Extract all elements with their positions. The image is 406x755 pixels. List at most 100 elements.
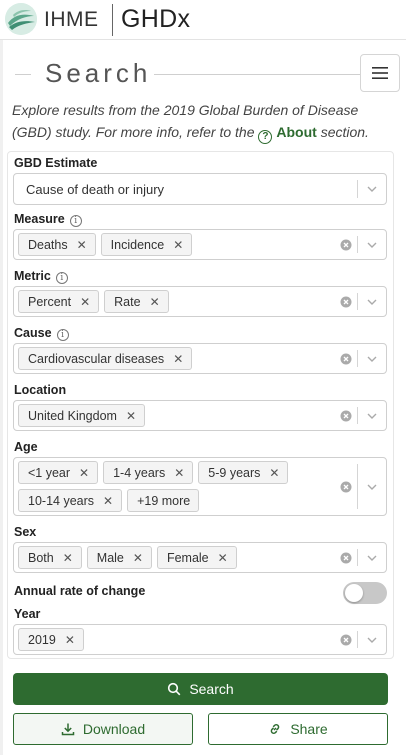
metric-select[interactable]: Percent ✕ Rate ✕ (13, 286, 387, 317)
remove-tag-icon[interactable]: ✕ (77, 238, 87, 252)
clear-icon[interactable] (340, 239, 352, 251)
remove-tag-icon[interactable]: ✕ (173, 352, 183, 366)
gbd-estimate-select[interactable]: Cause of death or injury (13, 173, 387, 205)
selected-tag: 1-4 years ✕ (103, 461, 194, 484)
tag-label: 1-4 years (113, 465, 166, 480)
metric-label: Metric i (14, 269, 68, 284)
remove-tag-icon[interactable]: ✕ (133, 551, 143, 565)
more-tags-label: +19 more (137, 493, 191, 508)
year-tags: 2019 ✕ (18, 628, 326, 651)
intro-suffix: section. (316, 124, 369, 140)
cause-select[interactable]: Cardiovascular diseases ✕ (13, 343, 387, 374)
tag-label: Cardiovascular diseases (28, 351, 165, 366)
age-select[interactable]: <1 year ✕ 1-4 years ✕ 5-9 years ✕ 10-14 years ✕… (13, 457, 387, 516)
measure-tags: Deaths ✕ Incidence ✕ (18, 233, 326, 256)
tag-label: Percent (28, 294, 72, 309)
gbd-estimate-label-text: GBD Estimate (14, 156, 98, 170)
sex-select[interactable]: Both ✕ Male ✕ Female ✕ (13, 542, 387, 573)
select-separator (357, 180, 358, 198)
year-label: Year (14, 607, 40, 621)
selected-tag: <1 year ✕ (18, 461, 99, 484)
remove-tag-icon[interactable]: ✕ (79, 466, 89, 480)
remove-tag-icon[interactable]: ✕ (174, 466, 184, 480)
metric-label-text: Metric (14, 269, 51, 283)
year-select[interactable]: 2019 ✕ (13, 624, 387, 655)
clear-icon[interactable] (340, 634, 352, 646)
selected-tag: Cardiovascular diseases ✕ (18, 347, 193, 370)
age-label: Age (14, 440, 38, 454)
remove-tag-icon[interactable]: ✕ (65, 633, 75, 647)
location-label: Location (14, 383, 66, 397)
clear-icon[interactable] (340, 410, 352, 422)
chevron-down-icon[interactable] (366, 634, 378, 646)
select-separator (357, 350, 358, 367)
clear-icon[interactable] (340, 552, 352, 564)
title-rule-left (15, 74, 31, 75)
selected-tag: 2019 ✕ (18, 628, 84, 651)
remove-tag-icon[interactable]: ✕ (218, 551, 228, 565)
product-name[interactable]: GHDx (121, 5, 190, 34)
select-separator (357, 293, 358, 310)
location-select[interactable]: United Kingdom ✕ (13, 400, 387, 431)
info-icon[interactable]: i (55, 272, 68, 284)
selected-tag: Male ✕ (86, 546, 152, 569)
brand-name: IHME (44, 8, 99, 31)
download-button[interactable]: Download (13, 713, 193, 745)
clear-icon[interactable] (340, 296, 352, 308)
location-tags: United Kingdom ✕ (18, 404, 326, 427)
remove-tag-icon[interactable]: ✕ (173, 238, 183, 252)
clear-icon[interactable] (340, 481, 352, 493)
tag-label: 10-14 years (28, 493, 95, 508)
chevron-down-icon[interactable] (366, 353, 378, 365)
selected-tag: Deaths ✕ (18, 233, 96, 256)
about-link[interactable]: About (276, 124, 316, 140)
measure-select[interactable]: Deaths ✕ Incidence ✕ (13, 229, 387, 260)
remove-tag-icon[interactable]: ✕ (150, 295, 160, 309)
chevron-down-icon[interactable] (366, 410, 378, 422)
metric-tags: Percent ✕ Rate ✕ (18, 290, 326, 313)
info-icon[interactable]: i (56, 329, 69, 341)
more-tags-badge[interactable]: +19 more (127, 489, 200, 512)
select-separator (357, 631, 358, 648)
chevron-down-icon[interactable] (366, 481, 378, 493)
chevron-down-icon[interactable] (366, 552, 378, 564)
select-separator (357, 464, 358, 509)
ihme-logo-icon[interactable] (5, 3, 37, 35)
menu-button[interactable] (360, 54, 400, 92)
help-circle-icon: ? (258, 130, 273, 144)
remove-tag-icon[interactable]: ✕ (269, 466, 279, 480)
gbd-estimate-label: GBD Estimate (14, 156, 97, 170)
selected-tag: United Kingdom ✕ (18, 404, 146, 427)
clear-icon[interactable] (340, 353, 352, 365)
link-icon (271, 724, 280, 734)
annual-rate-toggle[interactable] (343, 582, 387, 604)
annual-rate-label-text: Annual rate of change (14, 584, 146, 598)
tag-label: 2019 (28, 632, 56, 647)
remove-tag-icon[interactable]: ✕ (103, 494, 113, 508)
share-button[interactable]: Share (208, 713, 388, 745)
selected-tag: Both ✕ (18, 546, 82, 569)
year-label-text: Year (14, 607, 41, 621)
selected-tag: Percent ✕ (18, 290, 100, 313)
tag-label: Incidence (110, 237, 165, 252)
select-separator (357, 549, 358, 566)
remove-tag-icon[interactable]: ✕ (126, 409, 136, 423)
remove-tag-icon[interactable]: ✕ (80, 295, 90, 309)
sex-tags: Both ✕ Male ✕ Female ✕ (18, 546, 326, 569)
age-tags: <1 year ✕ 1-4 years ✕ 5-9 years ✕ 10-14 years ✕… (18, 461, 326, 512)
annual-rate-label: Annual rate of change (14, 584, 145, 598)
select-separator (357, 236, 358, 253)
toggle-knob (345, 584, 363, 602)
chevron-down-icon[interactable] (366, 239, 378, 251)
selected-tag: Incidence ✕ (100, 233, 193, 256)
measure-label: Measure i (14, 212, 82, 227)
download-icon (61, 723, 75, 736)
chevron-down-icon[interactable] (366, 183, 378, 195)
intro-text: Explore results from the 2019 Global Bur… (12, 99, 392, 144)
remove-tag-icon[interactable]: ✕ (63, 551, 73, 565)
tag-label: Both (28, 550, 54, 565)
download-button-label: Download (82, 721, 146, 737)
info-icon[interactable]: i (69, 215, 82, 227)
chevron-down-icon[interactable] (366, 296, 378, 308)
search-button[interactable]: Search (13, 673, 388, 705)
